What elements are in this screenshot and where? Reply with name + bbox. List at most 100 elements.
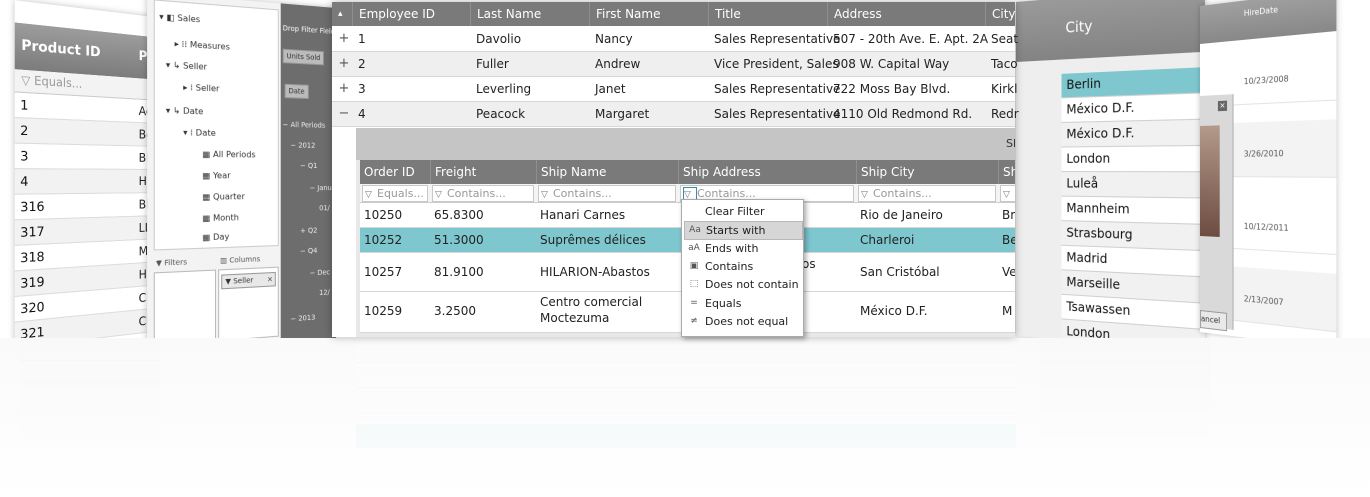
list-item[interactable]: México D.F. [1061, 93, 1205, 123]
cancel-button[interactable]: ancel [1200, 310, 1228, 332]
menu-item-clear-filter[interactable]: Clear Filter [684, 203, 801, 220]
menu-item-does-not-contain[interactable]: ⬚ Does not contain [684, 276, 801, 293]
level-icon: ▦ [202, 213, 214, 224]
list-item[interactable]: Luleå [1061, 172, 1205, 199]
freight-filter[interactable]: ▽ Contains... [432, 185, 534, 202]
column-header-ship-country[interactable]: Sh [998, 160, 1015, 184]
table-row[interactable]: 4 He [14, 169, 162, 195]
year-2012-label[interactable]: − 2012 [290, 141, 315, 149]
tree-node-seller-group[interactable]: ▾ ↳ Seller [166, 60, 207, 72]
hire-date-panel: HireDate 10/23/2008 3/26/2010 10/12/2011… [1200, 0, 1337, 349]
year-2013-label[interactable]: − 2013 [290, 313, 315, 323]
column-header-order-id[interactable]: Order ID [360, 160, 428, 184]
table-row[interactable]: 3 BE [14, 143, 162, 170]
hierarchy-icon: ▾ ⁞ [183, 127, 196, 138]
tree-node-measures[interactable]: ▸ ⁞⁞ Measures [175, 39, 230, 52]
table-row[interactable]: 2 Be [14, 118, 162, 147]
cube-icon: ▾ ◧ [159, 11, 178, 23]
level-icon: ▦ [202, 192, 214, 202]
tree-node-seller[interactable]: ▸ ⁞ Seller [183, 83, 219, 94]
tree-node-year[interactable]: ▦ Year [202, 171, 230, 181]
column-header-last-name[interactable]: Last Name [470, 2, 589, 26]
filter-icon: ▽ [365, 190, 372, 200]
filter-icon: ▽ [861, 190, 868, 200]
tree-node-date-group[interactable]: ▾ ↳ Date [166, 106, 204, 117]
employee-grid: ▴ Employee ID Last Name First Name Title… [332, 2, 1019, 337]
column-header-employee-id[interactable]: Employee ID [352, 2, 471, 26]
hierarchy-icon: ▸ ⁞ [183, 82, 196, 93]
tree-node-quarter[interactable]: ▦ Quarter [202, 192, 244, 202]
city-list-panel: City Berlin México D.F. México D.F. Lond… [1016, 0, 1205, 352]
menu-item-starts-with[interactable]: Aa Starts with [684, 221, 803, 240]
right-panel-reflection [1040, 338, 1210, 458]
not-equal-icon: ≠ [690, 316, 698, 326]
level-icon: ▦ [202, 170, 214, 181]
value-12: 12/ [319, 288, 330, 298]
column-header-ship-address[interactable]: Ship Address [678, 160, 855, 184]
tree-node-all-periods[interactable]: ▦ All Periods [202, 150, 255, 160]
measures-icon: ▸ ⁞⁞ [174, 38, 190, 50]
table-row[interactable]: + 1 Davolio Nancy Sales Representative 5… [332, 27, 1018, 52]
column-header-first-name[interactable]: First Name [589, 2, 708, 26]
hire-date-header[interactable]: HireDate [1200, 0, 1337, 45]
ship-name-filter[interactable]: ▽ Contains... [538, 185, 676, 202]
city-header[interactable]: City [1016, 0, 1205, 63]
dec-label[interactable]: − Dec [310, 268, 330, 277]
all-periods-label: − All Periods [282, 120, 326, 130]
level-icon: ▦ [202, 232, 214, 243]
jan-label[interactable]: − Janu [310, 184, 332, 192]
q1-label[interactable]: − Q1 [300, 162, 317, 170]
filter-icon: ▼ [155, 258, 165, 268]
column-header-title[interactable]: Title [708, 2, 827, 26]
column-header-ship-name[interactable]: Ship Name [536, 160, 677, 184]
table-row[interactable]: + 3 Leverling Janet Sales Representative… [332, 77, 1017, 102]
table-row[interactable]: − 4 Peacock Margaret Sales Representativ… [332, 102, 1019, 127]
filter-icon: ▽ [1003, 190, 1010, 200]
pivot-grid-area: Drop Filter Fields Units Sold Date − All… [280, 3, 336, 343]
value-01: 01/ [319, 204, 330, 213]
columns-drop-area[interactable]: ▼ Seller × [218, 266, 279, 342]
column-header-ship-city[interactable]: Ship City [856, 160, 997, 184]
main-grid-reflection [356, 338, 1016, 478]
q2-label[interactable]: + Q2 [300, 226, 317, 235]
left-panel-reflection [20, 338, 160, 458]
employee-photo [1200, 125, 1220, 238]
close-icon[interactable]: × [1217, 100, 1228, 112]
q4-label[interactable]: − Q4 [300, 247, 317, 256]
menu-item-ends-with[interactable]: aA Ends with [684, 240, 801, 257]
date-chip[interactable]: Date [284, 83, 309, 99]
menu-item-equals[interactable]: = Equals [684, 295, 801, 312]
hierarchy-icon: ▾ ↳ [165, 105, 183, 116]
column-header-city[interactable]: City [985, 2, 1022, 26]
filters-drop-area[interactable] [153, 269, 217, 347]
close-icon: × [267, 275, 273, 284]
ship-country-filter[interactable]: ▽ [1000, 185, 1015, 202]
order-id-filter[interactable]: ▽ Equals... [362, 185, 428, 202]
seller-field-chip[interactable]: ▼ Seller × [221, 271, 276, 290]
menu-item-does-not-equal[interactable]: ≠ Does not equal [684, 313, 801, 330]
filter-icon: ▽ [21, 72, 35, 89]
units-sold-chip[interactable]: Units Sold [282, 48, 325, 66]
ends-with-icon: aA [688, 243, 700, 253]
equals-icon: = [690, 298, 698, 308]
tree-node-date[interactable]: ▾ ⁞ Date [183, 128, 216, 138]
pivot-field-tree: ▾ ◧ Sales ▸ ⁞⁞ Measures ▾ ↳ Seller ▸ ⁞ S… [153, 0, 279, 251]
tree-node-month[interactable]: ▦ Month [202, 213, 239, 223]
column-header-freight[interactable]: Freight [430, 160, 535, 184]
columns-icon: ▥ [220, 256, 230, 266]
filter-icon: ▽ [435, 190, 442, 200]
drop-filter-label: Drop Filter Fields [282, 24, 336, 37]
tree-node-sales[interactable]: ▾ ◧ Sales [159, 12, 200, 25]
hierarchy-icon: ▾ ↳ [165, 60, 183, 71]
level-icon: ▦ [202, 149, 214, 160]
starts-with-icon: Aa [689, 225, 701, 235]
table-row[interactable]: + 2 Fuller Andrew Vice President, Sales … [332, 52, 1018, 77]
menu-item-contains[interactable]: ▣ Contains [684, 258, 801, 275]
grid-header: ▴ Employee ID Last Name First Name Title… [332, 2, 1016, 26]
filter-icon: ▽ [541, 190, 548, 200]
list-item[interactable]: London [1061, 145, 1205, 173]
list-item[interactable]: México D.F. [1061, 119, 1205, 148]
column-header-address[interactable]: Address [827, 2, 986, 26]
ship-city-filter[interactable]: ▽ Contains... [858, 185, 996, 202]
tree-node-day[interactable]: ▦ Day [202, 232, 229, 242]
